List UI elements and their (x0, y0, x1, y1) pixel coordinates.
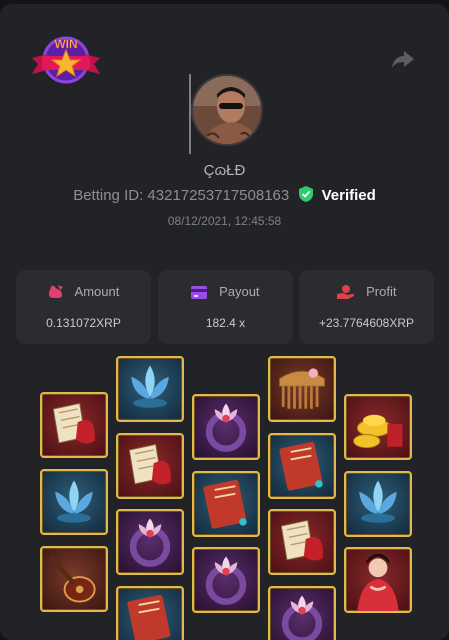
lotus-ring-symbol (192, 547, 260, 613)
slot-reels (0, 356, 449, 640)
maiden-symbol (344, 547, 412, 613)
bet-details-card: WIN ÇɷŁĐ Betting ID: 43217253717508163 V… (0, 4, 449, 640)
avatar (191, 74, 263, 146)
comb-symbol (268, 356, 336, 422)
hand-coin-icon (336, 285, 354, 299)
stat-amount-value: 0.131072XRP (46, 316, 121, 330)
bet-datetime: 08/12/2021, 12:45:58 (167, 214, 282, 228)
money-bag-icon (48, 285, 63, 298)
scroll-fan-symbol (268, 509, 336, 575)
lotus-ring-symbol (116, 509, 184, 575)
stat-payout: Payout 182.4 x (158, 270, 293, 344)
win-badge-icon: WIN (32, 36, 100, 84)
scroll-fan-symbol (116, 433, 184, 499)
wallet-card-icon (191, 286, 208, 299)
stat-profit-label: Profit (366, 284, 397, 299)
lotus-symbol (116, 356, 184, 422)
svg-text:WIN: WIN (54, 37, 77, 51)
stat-payout-label: Payout (219, 284, 260, 299)
lotus-ring-symbol (192, 394, 260, 460)
share-icon[interactable] (390, 48, 416, 70)
betting-id-value: 43217253717508163 (147, 187, 290, 204)
lotus-ring-symbol (268, 586, 336, 640)
stat-amount: Amount 0.131072XRP (16, 270, 151, 344)
stat-payout-value: 182.4 x (205, 316, 246, 330)
verified-label: Verified (321, 187, 376, 204)
stat-profit-value: +23.7764608XRP (318, 316, 415, 330)
lotus-symbol (40, 469, 108, 535)
scroll-fan-symbol (40, 392, 108, 458)
stat-profit: Profit +23.7764608XRP (299, 270, 434, 344)
username: ÇɷŁĐ (203, 162, 246, 179)
betting-id-label: Betting ID: (73, 187, 144, 204)
lotus-symbol (344, 471, 412, 537)
instrument-symbol (40, 546, 108, 612)
betting-id-line: Betting ID: 43217253717508163 Verified (0, 186, 449, 204)
verified-shield-icon (299, 186, 314, 202)
stat-amount-label: Amount (74, 284, 120, 299)
red-book-symbol (192, 471, 260, 537)
red-book-symbol (116, 586, 184, 640)
gold-ingots-symbol (344, 394, 412, 460)
red-book-symbol (268, 433, 336, 499)
